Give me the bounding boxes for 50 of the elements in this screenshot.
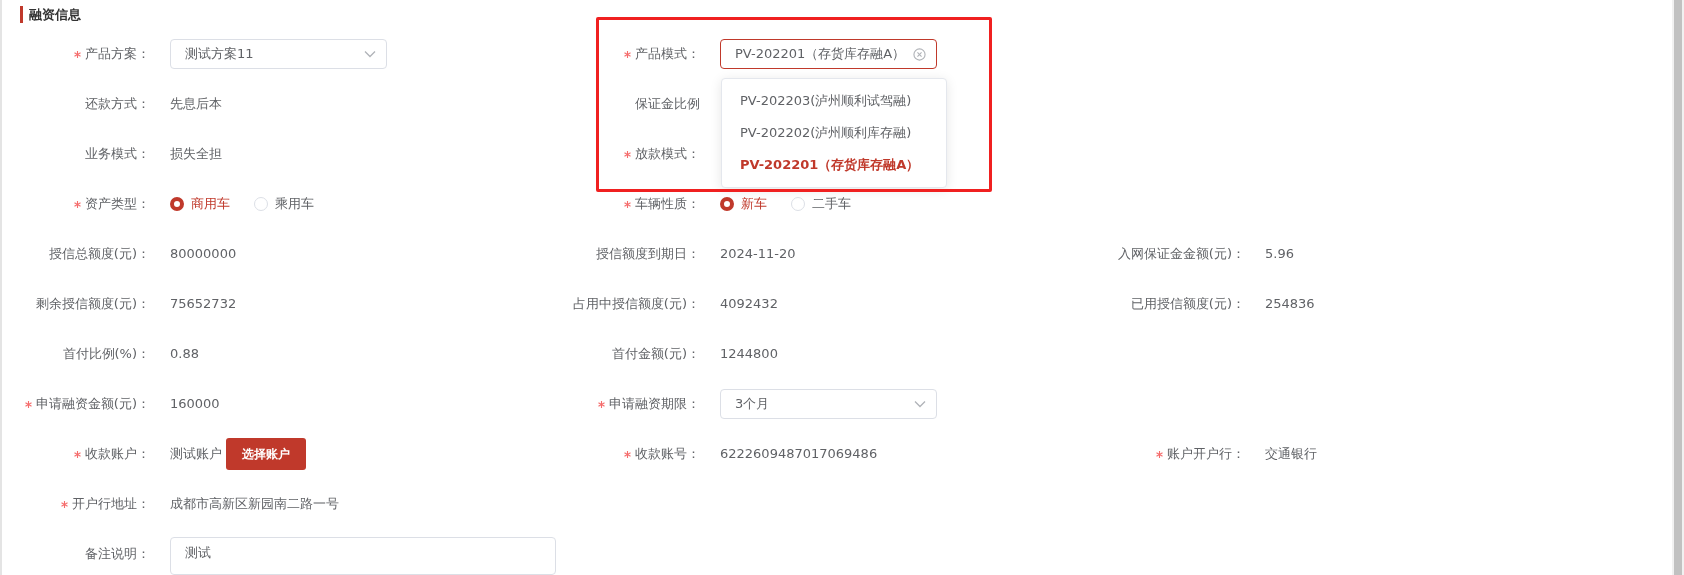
dropdown-option[interactable]: PV-202201（存货库存融A）: [722, 149, 946, 181]
field-value: 0.88: [170, 345, 199, 364]
radio-label: 乘用车: [275, 195, 314, 214]
field-value: 测试账户: [170, 445, 222, 464]
field-value: 75652732: [170, 295, 237, 314]
radio-label: 新车: [741, 195, 767, 214]
field-label: 账户开户行：: [1167, 445, 1245, 464]
field-value: 4092432: [720, 295, 778, 314]
radio-label: 二手车: [812, 195, 851, 214]
field-label: 首付比例(%)：: [62, 345, 150, 364]
field-value: 80000000: [170, 245, 237, 264]
field-label: 收款账号：: [635, 445, 700, 464]
field-label: 入网保证金金额(元)：: [1117, 245, 1245, 264]
dropdown-option[interactable]: PV-202202(泸州顺利库存融): [722, 117, 946, 149]
field-label: 申请融资期限：: [609, 395, 700, 414]
field-label: 授信额度到期日：: [596, 245, 700, 264]
field-label: 产品方案：: [85, 45, 150, 64]
field-label: 开户行地址：: [72, 495, 150, 514]
field-value: 160000: [170, 395, 220, 414]
field-label: 已用授信额度(元)：: [1130, 295, 1245, 314]
field-label: 还款方式：: [85, 95, 150, 114]
field-label: 保证金比例: [635, 95, 700, 114]
field-value: 先息后本: [170, 95, 222, 114]
select-field[interactable]: 测试方案11: [170, 39, 387, 69]
field-label: 收款账户：: [85, 445, 150, 464]
field-value: 损失全担: [170, 145, 222, 164]
remarks-field[interactable]: 测试: [170, 537, 556, 575]
select-field[interactable]: 3个月: [720, 389, 937, 419]
section-title: 融资信息: [20, 6, 81, 23]
field-label: 首付金额(元)：: [611, 345, 700, 364]
field-label: 剩余授信额度(元)：: [35, 295, 150, 314]
field-value: 2024-11-20: [720, 245, 796, 264]
field-value: 成都市高新区新园南二路一号: [170, 495, 339, 514]
field-label: 授信总额度(元)：: [48, 245, 150, 264]
field-value: 5.96: [1265, 245, 1294, 264]
field-label: 业务模式：: [85, 145, 150, 164]
field-value: 254836: [1265, 295, 1315, 314]
dropdown-option[interactable]: PV-202203(泸州顺利试驾融): [722, 85, 946, 117]
field-value: 6222609487017069486: [720, 445, 878, 464]
field-label: 申请融资金额(元)：: [35, 395, 150, 414]
field-value: 1244800: [720, 345, 778, 364]
field-label: 占用中授信额度(元)：: [572, 295, 700, 314]
select-account-button[interactable]: 选择账户: [226, 438, 306, 470]
field-label: 资产类型：: [85, 195, 150, 214]
field-value: 交通银行: [1265, 445, 1317, 464]
field-label: 车辆性质：: [635, 195, 700, 214]
field-label: 放款模式：: [635, 145, 700, 164]
field-label: 产品模式：: [635, 45, 700, 64]
field-label: 备注说明：: [85, 545, 150, 563]
radio-label: 商用车: [191, 195, 230, 214]
